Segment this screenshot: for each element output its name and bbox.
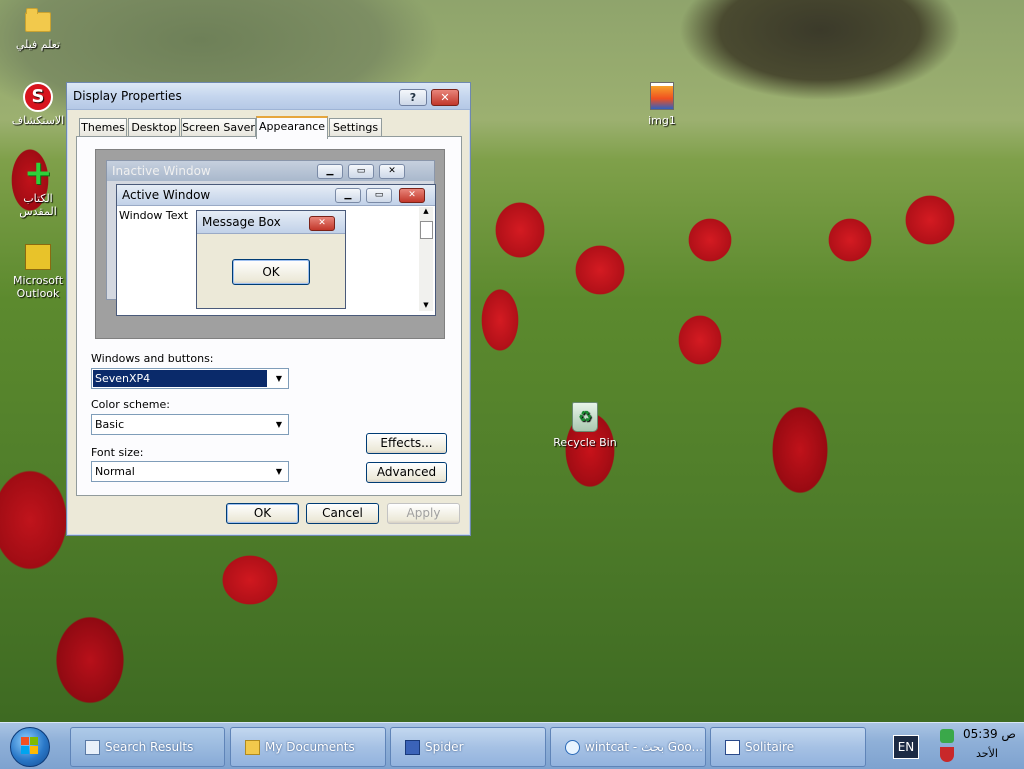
- taskbar-item-label: My Documents: [265, 740, 355, 754]
- desktop-icon-img1[interactable]: img1: [627, 82, 697, 127]
- windows-logo-icon: [21, 737, 39, 755]
- desktop-icon-label: Microsoft Outlook: [12, 274, 64, 300]
- effects-button[interactable]: Effects...: [366, 433, 447, 454]
- desktop-icon-label: الكتاب المقدس: [19, 192, 57, 218]
- close-icon: ✕: [399, 188, 425, 203]
- help-icon: ?: [409, 91, 417, 104]
- spider-s-icon: S: [23, 82, 53, 112]
- windows-buttons-value: SevenXP4: [93, 370, 267, 387]
- clock-time[interactable]: 05:39 ص: [963, 727, 1016, 741]
- dialog-title: Display Properties: [73, 89, 182, 103]
- maximize-icon: ▭: [348, 164, 374, 179]
- chevron-down-icon: ▼: [275, 467, 283, 476]
- outlook-icon: [25, 244, 51, 270]
- font-size-label: Font size:: [91, 446, 144, 459]
- desktop-icon-label: Recycle Bin: [553, 436, 617, 449]
- taskbar-item-internet-explorer[interactable]: wintcat - بحث Goo...: [550, 727, 706, 767]
- font-size-value: Normal: [95, 465, 135, 478]
- windows-buttons-label: Windows and buttons:: [91, 352, 214, 365]
- taskbar-item-my-documents[interactable]: My Documents: [230, 727, 386, 767]
- dialog-titlebar[interactable]: Display Properties ? ✕: [67, 83, 470, 110]
- scroll-thumb: [420, 221, 433, 239]
- preview-scrollbar: ▲ ▼: [419, 207, 433, 311]
- network-icon[interactable]: [940, 729, 954, 743]
- appearance-panel: Inactive Window ▁ ▭ ✕ Active Window ▁ ▭ …: [76, 136, 462, 496]
- chevron-down-icon: ▼: [275, 420, 283, 429]
- taskbar-item-solitaire[interactable]: Solitaire: [710, 727, 866, 767]
- help-button[interactable]: ?: [399, 89, 427, 106]
- spider-solitaire-icon: [405, 740, 420, 755]
- advanced-button[interactable]: Advanced: [366, 462, 447, 483]
- tab-appearance[interactable]: Appearance: [256, 116, 328, 139]
- color-scheme-label: Color scheme:: [91, 398, 170, 411]
- internet-explorer-icon: [565, 740, 580, 755]
- tab-themes[interactable]: Themes: [79, 118, 127, 137]
- window-text-sample: Window Text: [119, 209, 189, 222]
- solitaire-icon: [725, 740, 740, 755]
- desktop-icon-spider-s[interactable]: S الاستكشاف: [3, 82, 73, 127]
- chevron-down-icon: ▼: [275, 374, 283, 383]
- windows-buttons-select[interactable]: SevenXP4 ▼: [91, 368, 289, 389]
- taskbar-item-label: wintcat - بحث Goo...: [585, 740, 703, 754]
- taskbar-item-spider[interactable]: Spider: [390, 727, 546, 767]
- language-indicator[interactable]: EN: [893, 735, 919, 759]
- security-shield-icon[interactable]: [940, 747, 954, 762]
- close-icon: ✕: [309, 216, 335, 231]
- message-ok-button: OK: [232, 259, 310, 285]
- desktop-icon-label: الاستكشاف: [11, 114, 65, 127]
- minimize-icon: ▁: [317, 164, 343, 179]
- tab-settings[interactable]: Settings: [329, 118, 382, 137]
- folder-icon: [245, 740, 260, 755]
- folder-icon: [25, 8, 51, 32]
- close-icon: ✕: [379, 164, 405, 179]
- color-scheme-select[interactable]: Basic ▼: [91, 414, 289, 435]
- cancel-button[interactable]: Cancel: [306, 503, 379, 524]
- taskbar-item-label: Solitaire: [745, 740, 795, 754]
- message-box-preview: Message Box ✕ OK: [196, 210, 346, 309]
- search-results-icon: [85, 740, 100, 755]
- desktop-icon-label: img1: [648, 114, 676, 127]
- desktop-icon-outlook[interactable]: Microsoft Outlook: [3, 244, 73, 300]
- desktop-icon-recycle-bin[interactable]: ♻ Recycle Bin: [549, 402, 621, 449]
- green-cross-icon: +: [24, 153, 53, 193]
- display-properties-dialog: Display Properties ? ✕ Themes Desktop Sc…: [66, 82, 471, 536]
- tab-screen-saver[interactable]: Screen Saver: [181, 118, 256, 137]
- tab-desktop[interactable]: Desktop: [128, 118, 180, 137]
- taskbar-item-search-results[interactable]: Search Results: [70, 727, 225, 767]
- close-icon: ✕: [440, 91, 450, 104]
- ok-button[interactable]: OK: [226, 503, 299, 524]
- close-button[interactable]: ✕: [431, 89, 459, 106]
- taskbar-item-label: Search Results: [105, 740, 194, 754]
- image-file-icon: [650, 82, 674, 110]
- color-scheme-value: Basic: [95, 418, 125, 431]
- minimize-icon: ▁: [335, 188, 361, 203]
- taskbar-item-label: Spider: [425, 740, 464, 754]
- desktop-icon-bible[interactable]: + الكتاب المقدس: [3, 153, 73, 218]
- clock-day: الأحد: [976, 747, 998, 760]
- maximize-icon: ▭: [366, 188, 392, 203]
- start-button[interactable]: [10, 727, 50, 767]
- taskbar: Search Results My Documents Spider wintc…: [0, 722, 1024, 769]
- recycle-bin-icon: ♻: [572, 402, 598, 432]
- appearance-preview: Inactive Window ▁ ▭ ✕ Active Window ▁ ▭ …: [95, 149, 445, 339]
- font-size-select[interactable]: Normal ▼: [91, 461, 289, 482]
- scroll-down-icon: ▼: [423, 301, 429, 309]
- scroll-up-icon: ▲: [423, 207, 429, 215]
- desktop-icon-label: تعلم فيلي: [15, 38, 61, 51]
- desktop-icon-folder[interactable]: تعلم فيلي: [3, 6, 73, 51]
- apply-button[interactable]: Apply: [387, 503, 460, 524]
